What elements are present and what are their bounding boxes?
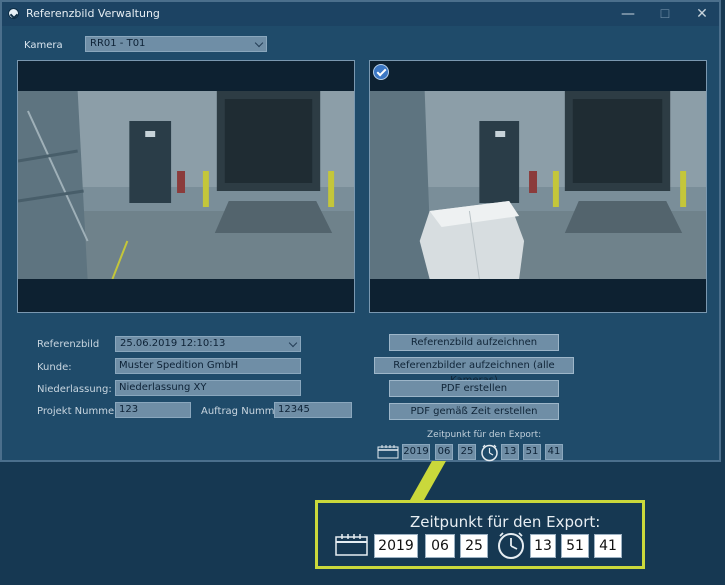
title-bar[interactable]: Referenzbild Verwaltung — ☐ ✕: [2, 2, 719, 26]
calendar-icon[interactable]: [377, 445, 399, 459]
reference-image-label: Referenzbild: [37, 339, 100, 350]
export-time-label: Zeitpunkt für den Export:: [427, 430, 542, 440]
export-minute-field[interactable]: 51: [523, 444, 541, 460]
clock-icon: [498, 532, 524, 559]
clock-icon[interactable]: [480, 443, 499, 462]
callout-second-field: 41: [594, 534, 622, 558]
app-icon: [8, 8, 19, 19]
create-pdf-by-time-button[interactable]: PDF gemäß Zeit erstellen: [389, 403, 559, 420]
minimize-button[interactable]: —: [616, 6, 640, 22]
callout-day-field: 25: [460, 534, 488, 558]
reference-view[interactable]: [369, 60, 707, 313]
record-all-cameras-button[interactable]: Referenzbilder aufzeichnen (alle Kameras…: [374, 357, 574, 386]
reference-camera-image: [370, 91, 706, 279]
branch-field[interactable]: Niederlassung XY: [115, 380, 301, 396]
callout-hour-field: 13: [530, 534, 556, 558]
order-number-field[interactable]: 12345: [274, 402, 352, 418]
callout-minute-field: 51: [561, 534, 589, 558]
export-hour-field[interactable]: 13: [501, 444, 519, 460]
record-reference-button[interactable]: Referenzbild aufzeichnen: [389, 334, 559, 351]
chevron-down-icon: [254, 38, 264, 48]
reference-image-select[interactable]: 25.06.2019 12:10:13: [115, 336, 301, 352]
live-view[interactable]: [17, 60, 355, 313]
export-day-field[interactable]: 25: [458, 444, 476, 460]
camera-select-value: RR01 - T01: [90, 38, 146, 49]
reference-image-window: Referenzbild Verwaltung — ☐ ✕ Kamera RR0…: [0, 0, 721, 462]
calendar-icon: [335, 534, 368, 556]
customer-field[interactable]: Muster Spedition GmbH: [115, 358, 301, 374]
window-title: Referenzbild Verwaltung: [26, 7, 160, 20]
create-pdf-button[interactable]: PDF erstellen: [389, 380, 559, 397]
callout-export-label: Zeitpunkt für den Export:: [410, 513, 601, 531]
camera-select[interactable]: RR01 - T01: [85, 36, 267, 52]
callout-month-field: 06: [425, 534, 455, 558]
customer-label: Kunde:: [37, 362, 72, 373]
chevron-down-icon: [288, 338, 298, 348]
export-time-callout: Zeitpunkt für den Export: 2019 06 25 13 …: [315, 500, 645, 569]
callout-year-field: 2019: [374, 534, 418, 558]
export-second-field[interactable]: 41: [545, 444, 563, 460]
project-number-field[interactable]: 123: [115, 402, 191, 418]
maximize-button[interactable]: ☐: [653, 6, 677, 22]
reference-image-value: 25.06.2019 12:10:13: [120, 338, 226, 349]
check-icon: [373, 64, 389, 80]
export-year-field[interactable]: 2019: [402, 444, 430, 460]
branch-label: Niederlassung:: [37, 384, 112, 395]
project-number-label: Projekt Nummer:: [37, 406, 122, 417]
export-month-field[interactable]: 06: [435, 444, 453, 460]
live-camera-image: [18, 91, 354, 279]
close-button[interactable]: ✕: [690, 6, 714, 22]
camera-label: Kamera: [24, 40, 63, 51]
